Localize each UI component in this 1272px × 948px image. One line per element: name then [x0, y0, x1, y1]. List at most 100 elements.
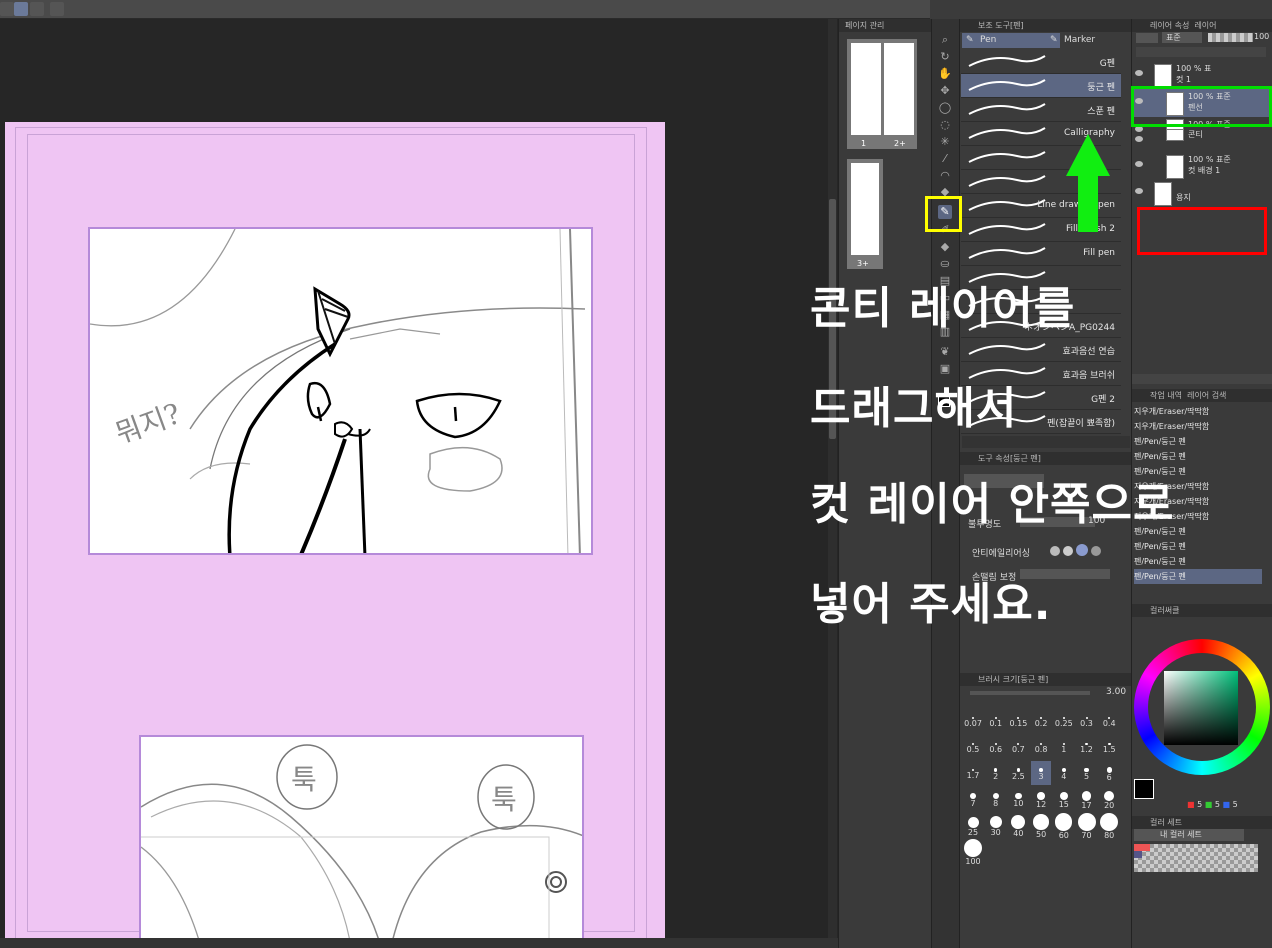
brush-size-option[interactable]: 2.5 [1008, 761, 1028, 785]
history-item[interactable]: 지우개/Eraser/딱딱함 [1134, 404, 1262, 419]
brush-size-option[interactable]: 30 [986, 813, 1006, 837]
color-square[interactable] [1164, 671, 1238, 745]
brush-item[interactable]: Fill pen [961, 242, 1121, 266]
brush-size-option[interactable]: 1.5 [1099, 735, 1119, 759]
layer-thumbnail [1154, 182, 1172, 206]
tab-marker[interactable]: ✎ Marker [1046, 33, 1144, 48]
brush-size-option[interactable]: 10 [1008, 787, 1028, 811]
pen-tool-selected-icon[interactable] [14, 2, 28, 16]
brush-size-option[interactable]: 0.07 [963, 709, 983, 733]
page-2-label: 2+ [894, 139, 906, 148]
rotate-icon[interactable]: ↻ [938, 50, 952, 64]
tab-layer-property[interactable]: 레이어 속성 [1150, 21, 1189, 30]
blend-mode-select[interactable]: 표준 [1162, 32, 1202, 43]
opacity-bar[interactable] [1208, 33, 1253, 42]
canvas-horizontal-scrollbar[interactable] [0, 938, 930, 948]
zoom-icon[interactable]: ⌕ [938, 33, 952, 47]
pen-tool-option-icon[interactable] [0, 2, 14, 16]
brush-size-option[interactable]: 60 [1054, 813, 1074, 840]
main-color-swatch[interactable] [1134, 779, 1154, 799]
layer-item[interactable]: 콘티 [1132, 127, 1272, 142]
brush-size-option[interactable]: 0.1 [986, 709, 1006, 733]
history-item[interactable]: 펜/Pen/둥근 펜 [1134, 569, 1262, 584]
brush-size-option[interactable]: 4 [1054, 761, 1074, 785]
brush-size-option[interactable]: 20 [1099, 787, 1119, 811]
panel-cut-1[interactable]: 뭐지? [88, 227, 593, 555]
eraser-icon[interactable]: ◆ [938, 240, 952, 254]
eye-icon[interactable] [1135, 188, 1143, 194]
brush-size-option[interactable]: 7 [963, 787, 983, 811]
color-set-swatches[interactable] [1134, 844, 1258, 872]
brush-size-option[interactable]: 17 [1077, 787, 1097, 811]
brush-size-slider[interactable] [970, 691, 1090, 695]
bucket-icon[interactable]: ⛀ [938, 257, 952, 271]
layer-color-icon[interactable] [1136, 33, 1158, 43]
brush-size-option[interactable]: 8 [986, 787, 1006, 811]
eye-icon[interactable] [1135, 161, 1143, 167]
move-icon[interactable]: ✥ [938, 84, 952, 98]
brush-item[interactable]: 스푼 펜 [961, 98, 1121, 122]
brush-size-option[interactable]: 80 [1099, 813, 1119, 840]
history-item[interactable]: 펜/Pen/둥근 펜 [1134, 539, 1262, 554]
brush-size-option[interactable]: 0.25 [1054, 709, 1074, 733]
rgb-values: ■ 5 ■ 5 ■ 5 [1187, 800, 1238, 809]
brush-size-option[interactable]: 5 [1077, 761, 1097, 785]
brush-size-option[interactable]: 0.8 [1031, 735, 1051, 759]
brush-size-option[interactable]: 1 [1054, 735, 1074, 759]
help-icon[interactable] [50, 2, 64, 16]
brush-size-option[interactable]: 1.2 [1077, 735, 1097, 759]
eye-icon[interactable] [1135, 70, 1143, 76]
feather-icon[interactable]: ❦ [938, 345, 952, 359]
eyedropper-icon[interactable]: ⁄ [938, 152, 952, 166]
brush-size-title: 브러시 크기[둥근 펜] [960, 673, 1132, 686]
brush-item[interactable]: 효과음선 연습 [961, 338, 1121, 362]
tab-layer[interactable]: 레이어 [1194, 21, 1216, 30]
color-set-select[interactable]: 내 컬러 세트 [1134, 829, 1244, 841]
hand-icon[interactable]: ✋ [938, 67, 952, 81]
brush-name: G펜 [1099, 59, 1115, 69]
brush-size-option[interactable]: 40 [1008, 813, 1028, 838]
magic-wand-icon[interactable]: ✳ [938, 135, 952, 149]
color-wheel[interactable] [1134, 639, 1270, 775]
tab-history[interactable]: 작업 내역 [1150, 391, 1182, 400]
brush-size-option[interactable]: 0.7 [1008, 735, 1028, 759]
layer-item[interactable]: 100 % 표준 컷 배경 1 [1132, 152, 1272, 180]
lasso-icon[interactable]: ◯ [938, 101, 952, 115]
lasso2-icon[interactable]: ◌ [938, 118, 952, 132]
history-item[interactable]: 펜/Pen/둥근 펜 [1134, 434, 1262, 449]
brush-size-option[interactable]: 0.4 [1099, 709, 1119, 733]
antialias-options[interactable] [1050, 544, 1120, 556]
brush-size-option[interactable]: 25 [963, 813, 983, 837]
history-item[interactable]: 지우개/Eraser/딱딱함 [1134, 419, 1262, 434]
brush-size-option[interactable]: 0.5 [963, 735, 983, 759]
brush-size-option[interactable]: 1.7 [963, 761, 983, 785]
select-pen-icon[interactable]: ◠ [938, 169, 952, 183]
marker-icon: ✎ [1050, 35, 1058, 45]
brush-size-option[interactable]: 50 [1031, 813, 1051, 839]
canvas-area[interactable]: 뭐지? 툭 툭 [0, 19, 838, 939]
brush-size-option[interactable]: 0.3 [1077, 709, 1097, 733]
page-3-thumbnail[interactable]: 3+ [847, 159, 883, 269]
layer-item[interactable]: 용지 [1132, 179, 1272, 207]
brush-item[interactable]: 둥근 펜 [961, 74, 1121, 98]
brush-size-option[interactable]: 0.2 [1031, 709, 1051, 733]
brush-size-option[interactable]: 100 [963, 839, 983, 866]
brush-size-option[interactable]: 70 [1077, 813, 1097, 840]
history-item[interactable]: 펜/Pen/둥근 펜 [1134, 449, 1262, 464]
layer-item[interactable]: 100 % 표컷 1 [1132, 61, 1272, 89]
brush-size-option[interactable]: 12 [1031, 787, 1051, 811]
panel-cut-2[interactable]: 툭 툭 [139, 735, 584, 939]
brush-size-option[interactable]: 2 [986, 761, 1006, 785]
brush-size-option[interactable]: 15 [1054, 787, 1074, 811]
brush-size-option[interactable]: 0.15 [1008, 709, 1028, 733]
brush-size-option[interactable]: 6 [1099, 761, 1119, 785]
eye-icon[interactable] [1135, 136, 1143, 142]
size-label: 8 [993, 799, 999, 809]
brush-size-option[interactable]: 3 [1031, 761, 1052, 785]
brush-item[interactable]: G펜 [961, 50, 1121, 74]
tab-layer-search[interactable]: 레이어 검색 [1187, 391, 1226, 400]
history-item[interactable]: 펜/Pen/둥근 펜 [1134, 554, 1262, 569]
pen-tool-option2-icon[interactable] [30, 2, 44, 16]
page-spread-1-2[interactable]: 1 2+ [847, 39, 917, 149]
brush-size-option[interactable]: 0.6 [986, 735, 1006, 759]
